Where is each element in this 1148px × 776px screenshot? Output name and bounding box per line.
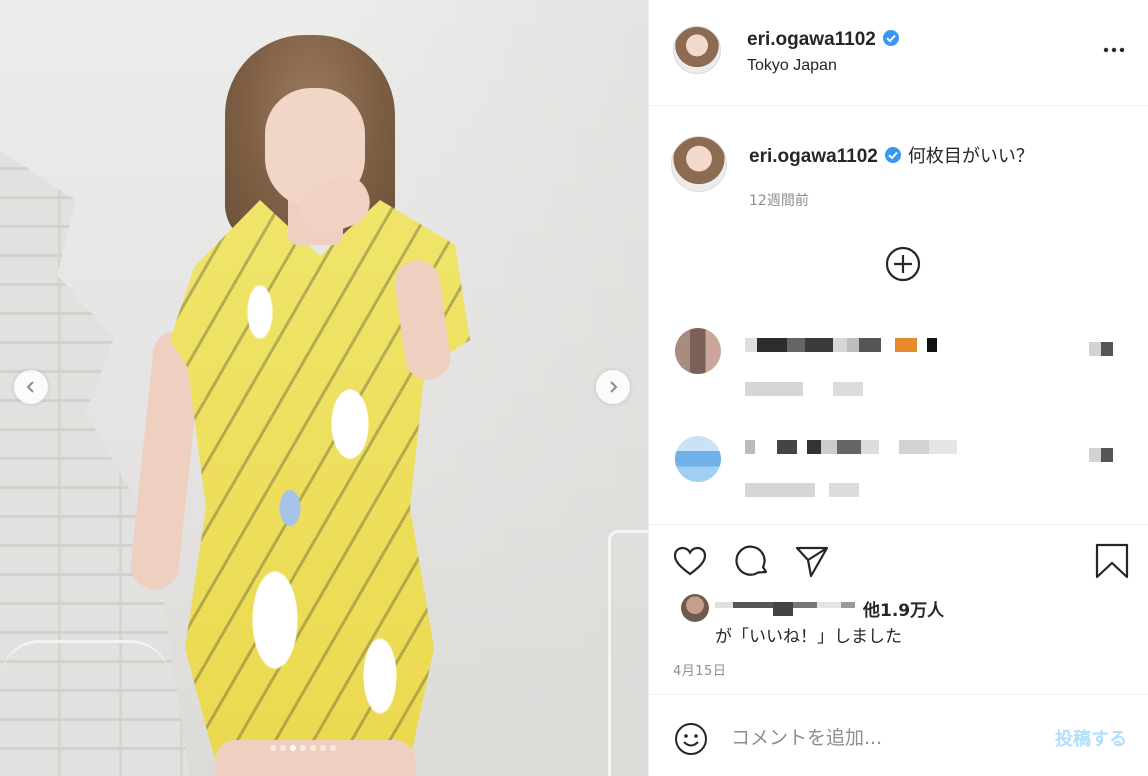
verified-badge-icon <box>882 30 899 46</box>
caption-author-avatar[interactable] <box>671 136 727 192</box>
verified-badge-icon <box>884 147 901 163</box>
heart-icon[interactable] <box>671 542 709 580</box>
liker-avatar-censored[interactable] <box>681 594 709 622</box>
post-date[interactable]: 4月15日 <box>673 660 726 679</box>
share-icon[interactable] <box>793 542 831 580</box>
liker-name-censored <box>715 601 855 616</box>
photo-bench-left <box>0 640 170 776</box>
caption-username[interactable]: eri.ogawa1102 <box>749 146 878 167</box>
post-photo[interactable] <box>0 0 648 776</box>
carousel-dot <box>320 745 326 751</box>
carousel-next-button[interactable] <box>596 370 630 404</box>
comment-reply-censored <box>1089 342 1113 356</box>
chevron-right-icon <box>610 381 618 393</box>
caption-text: 何枚目がいい？ <box>907 146 1034 167</box>
comment-input[interactable] <box>731 721 1031 755</box>
comment-meta-censored <box>745 483 859 497</box>
comment-avatar-censored[interactable] <box>675 328 721 374</box>
carousel-dot-active <box>290 745 296 751</box>
carousel-dot <box>330 745 336 751</box>
likes-summary[interactable]: 他1.9万人 <box>715 596 944 621</box>
post-header: eri.ogawa1102 Tokyo Japan <box>649 0 1148 106</box>
post-info-panel: eri.ogawa1102 Tokyo Japan eri.ogawa1102 何… <box>648 0 1148 776</box>
comment-text-censored <box>745 338 937 352</box>
actions-divider <box>649 524 1148 525</box>
more-options-icon[interactable] <box>1101 40 1127 60</box>
carousel-prev-button[interactable] <box>14 370 48 404</box>
comment-bar: 投稿する <box>649 694 1148 776</box>
likes-count[interactable]: 他1.9万人 <box>863 596 944 621</box>
post-location[interactable]: Tokyo Japan <box>747 57 837 75</box>
comment-text-censored <box>745 440 957 454</box>
comment-reply-censored <box>1089 448 1113 462</box>
comment-icon[interactable] <box>733 542 771 580</box>
emoji-icon[interactable] <box>673 721 709 757</box>
photo-bench-right <box>608 530 648 776</box>
post-caption: eri.ogawa1102 何枚目がいい？ <box>749 142 1034 168</box>
likes-suffix: が「いいね！」しました <box>715 627 902 647</box>
caption-time-ago: 12週間前 <box>749 193 809 209</box>
carousel-dot <box>280 745 286 751</box>
bookmark-icon[interactable] <box>1093 542 1131 580</box>
carousel-dot <box>270 745 276 751</box>
carousel-dot <box>310 745 316 751</box>
author-username[interactable]: eri.ogawa1102 <box>747 29 900 51</box>
carousel-indicator <box>270 745 336 751</box>
post-comment-button[interactable]: 投稿する <box>1055 725 1127 751</box>
carousel-dot <box>300 745 306 751</box>
author-avatar[interactable] <box>673 26 721 74</box>
load-more-comments-icon[interactable] <box>884 245 922 283</box>
comment-avatar-censored[interactable] <box>675 436 721 482</box>
comment-meta-censored <box>745 382 863 396</box>
chevron-left-icon <box>26 381 34 393</box>
author-username-text[interactable]: eri.ogawa1102 <box>747 29 876 50</box>
